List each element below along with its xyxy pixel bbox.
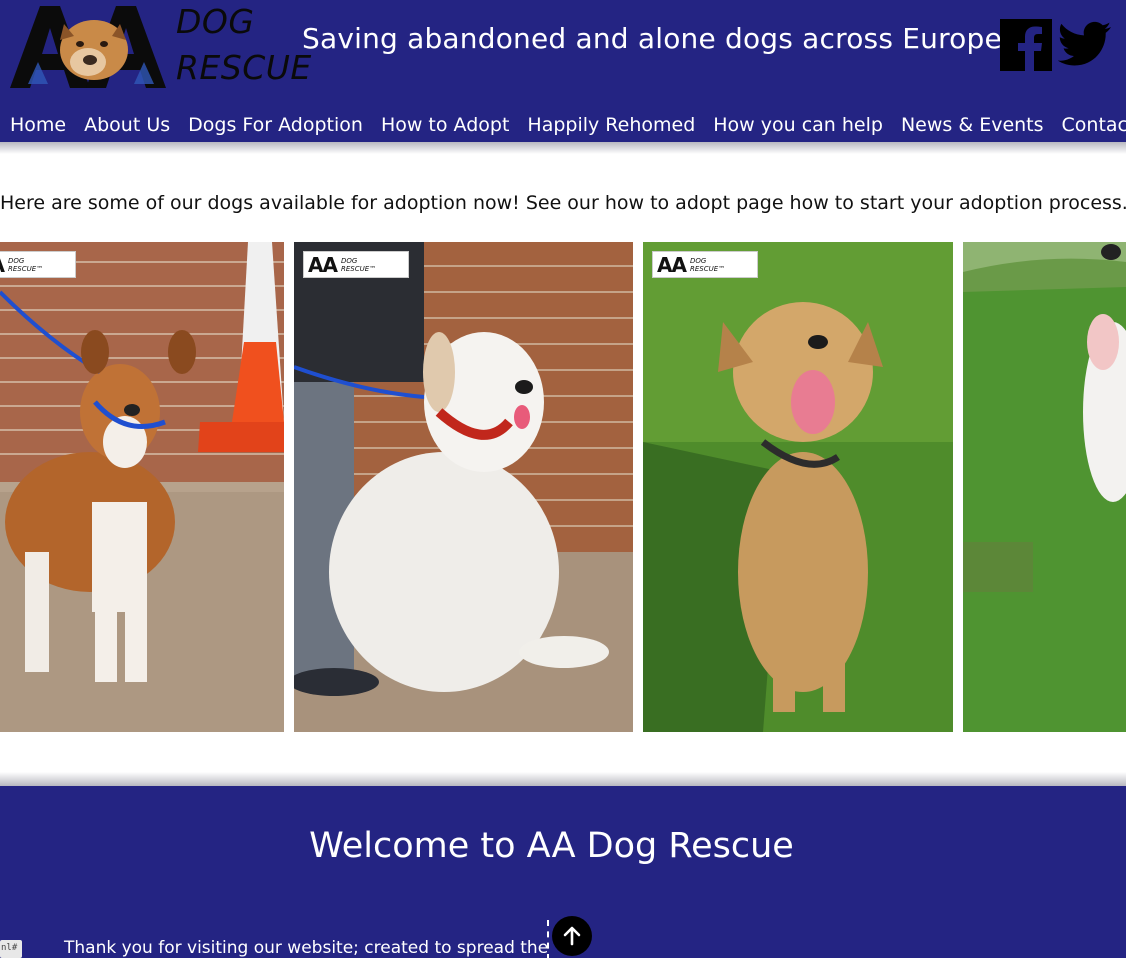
watermark-line2: RESCUE™ xyxy=(340,264,377,273)
watermark-letters: AA xyxy=(0,253,5,277)
nav-item-home[interactable]: Home xyxy=(0,110,66,142)
watermark-letters: AA xyxy=(657,252,687,277)
nav-item-dogs-for-adoption[interactable]: Dogs For Adoption xyxy=(178,110,363,142)
dog-photo-1 xyxy=(0,242,284,732)
nav-item-about-us[interactable]: About Us xyxy=(74,110,170,142)
dog-photo-4 xyxy=(963,242,1126,732)
logo-word-dog: DOG xyxy=(176,2,255,41)
dog-card-2-watermark: AA DOG RESCUE™ xyxy=(303,251,409,278)
site-header: DOG RESCUE Saving abandoned and alone do… xyxy=(0,0,1126,142)
nav-item-how-you-can-help[interactable]: How you can help xyxy=(703,110,883,142)
arrow-up-icon xyxy=(563,926,581,946)
dog-card-3-watermark: AA DOG RESCUE™ xyxy=(652,251,758,278)
header-shadow xyxy=(0,142,1126,154)
corner-url-tag: nl# xyxy=(0,940,22,958)
watermark-letters: AA xyxy=(308,252,338,277)
logo-aa-mark xyxy=(10,6,166,88)
adoption-intro-text: Here are some of our dogs available for … xyxy=(0,192,1126,214)
welcome-section: Welcome to AA Dog Rescue Thank you for v… xyxy=(0,786,1126,958)
twitter-icon[interactable] xyxy=(1058,21,1112,69)
dog-card-4[interactable] xyxy=(963,242,1126,732)
watermark-line1: DOG xyxy=(7,256,25,265)
back-to-top-button[interactable] xyxy=(552,916,592,956)
dog-card-1[interactable]: AA DOGRESCUE™ xyxy=(0,242,284,732)
watermark-line1: DOG xyxy=(340,256,358,265)
site-tagline: Saving abandoned and alone dogs across E… xyxy=(302,22,1002,55)
main-nav: Home About Us Dogs For Adoption How to A… xyxy=(0,110,1126,142)
nav-item-happily-rehomed[interactable]: Happily Rehomed xyxy=(517,110,695,142)
welcome-title: Welcome to AA Dog Rescue xyxy=(309,826,794,866)
nav-item-how-to-adopt[interactable]: How to Adopt xyxy=(371,110,509,142)
nav-item-news-events[interactable]: News & Events xyxy=(891,110,1044,142)
site-logo[interactable]: DOG RESCUE xyxy=(8,2,311,90)
watermark-line1: DOG xyxy=(689,256,707,265)
dog-photo-2 xyxy=(294,242,633,732)
welcome-text: Thank you for visiting our website; crea… xyxy=(64,938,549,958)
section-divider-shadow xyxy=(0,772,1126,786)
nav-item-contact-us[interactable]: Contact Us xyxy=(1052,110,1126,142)
watermark-line2: RESCUE™ xyxy=(689,264,726,273)
dog-photo-3 xyxy=(643,242,953,732)
dog-card-3[interactable]: AA DOG RESCUE™ xyxy=(643,242,953,732)
dog-card-2[interactable]: AA DOG RESCUE™ xyxy=(294,242,633,732)
logo-word-rescue: RESCUE xyxy=(176,48,312,87)
watermark-line2: RESCUE™ xyxy=(7,264,44,273)
dog-card-1-watermark: AA DOGRESCUE™ xyxy=(0,251,76,278)
facebook-icon[interactable] xyxy=(1000,19,1052,71)
